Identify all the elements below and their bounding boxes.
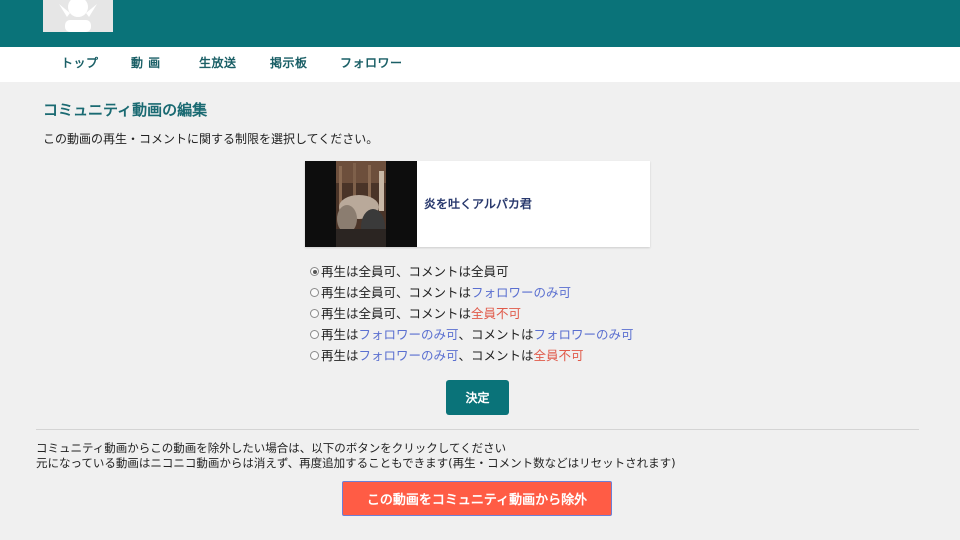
option-text: 、コメントは	[396, 263, 472, 279]
remove-from-community-button[interactable]: この動画をコミュニティ動画から除外	[342, 481, 612, 516]
option-text-followers: フォロワーのみ可	[358, 326, 459, 342]
option-text-none: 全員不可	[471, 305, 522, 321]
option-text: 、コメントは	[458, 326, 534, 342]
option-text: 全員可	[358, 284, 397, 300]
user-avatar-icon[interactable]	[43, 0, 113, 32]
option-text: 、コメントは	[396, 305, 472, 321]
option-text: 再生は	[321, 326, 359, 342]
video-title[interactable]: 炎を吐くアルパカ君	[424, 195, 532, 212]
option-text: 再生は	[321, 305, 359, 321]
restriction-options: 再生は 全員可 、コメントは 全員可 再生は 全員可 、コメントは フォロワーのみ可 再生は…	[310, 261, 634, 366]
option-text: 全員可	[358, 305, 397, 321]
remove-note-line1: コミュニティ動画からこの動画を除外したい場合は、以下のボタンをクリックしてくださ…	[36, 441, 507, 455]
divider	[36, 429, 919, 430]
instruction-text: この動画の再生・コメントに関する制限を選択してください。	[43, 132, 379, 146]
page-title: コミュニティ動画の編集	[43, 101, 208, 119]
option-all-all[interactable]: 再生は 全員可 、コメントは 全員可	[310, 261, 634, 282]
radio-button[interactable]	[310, 288, 319, 297]
radio-button[interactable]	[310, 330, 319, 339]
option-text-followers: フォロワーのみ可	[533, 326, 634, 342]
option-text: 全員可	[471, 263, 509, 279]
video-thumbnail[interactable]	[305, 161, 417, 247]
radio-button[interactable]	[310, 267, 319, 276]
nav-item-top[interactable]: トップ	[61, 47, 99, 82]
nav-item-video[interactable]: 動 画	[131, 47, 161, 82]
radio-button[interactable]	[310, 309, 319, 318]
option-followers-followers[interactable]: 再生は フォロワーのみ可 、コメントは フォロワーのみ可	[310, 324, 634, 345]
main-nav: トップ 動 画 生放送 掲示板 フォロワー	[0, 47, 960, 82]
site-header	[0, 0, 960, 47]
radio-button[interactable]	[310, 351, 319, 360]
nav-item-board[interactable]: 掲示板	[270, 47, 308, 82]
decide-button[interactable]: 決定	[446, 380, 509, 415]
option-text: 、コメントは	[458, 347, 534, 363]
remove-note: コミュニティ動画からこの動画を除外したい場合は、以下のボタンをクリックしてくださ…	[36, 441, 676, 471]
option-text: 再生は	[321, 347, 359, 363]
option-all-none[interactable]: 再生は 全員可 、コメントは 全員不可	[310, 303, 634, 324]
option-text: 、コメントは	[396, 284, 472, 300]
nav-item-followers[interactable]: フォロワー	[340, 47, 403, 82]
option-text-followers: フォロワーのみ可	[471, 284, 572, 300]
option-text: 再生は	[321, 263, 359, 279]
video-card[interactable]: 炎を吐くアルパカ君	[305, 161, 650, 247]
option-text: 全員可	[358, 263, 397, 279]
option-text: 再生は	[321, 284, 359, 300]
option-followers-none[interactable]: 再生は フォロワーのみ可 、コメントは 全員不可	[310, 345, 634, 366]
nav-item-live[interactable]: 生放送	[199, 47, 237, 82]
option-all-followers[interactable]: 再生は 全員可 、コメントは フォロワーのみ可	[310, 282, 634, 303]
option-text-followers: フォロワーのみ可	[358, 347, 459, 363]
remove-note-line2: 元になっている動画はニコニコ動画からは消えず、再度追加することもできます(再生・…	[36, 456, 676, 470]
option-text-none: 全員不可	[533, 347, 584, 363]
